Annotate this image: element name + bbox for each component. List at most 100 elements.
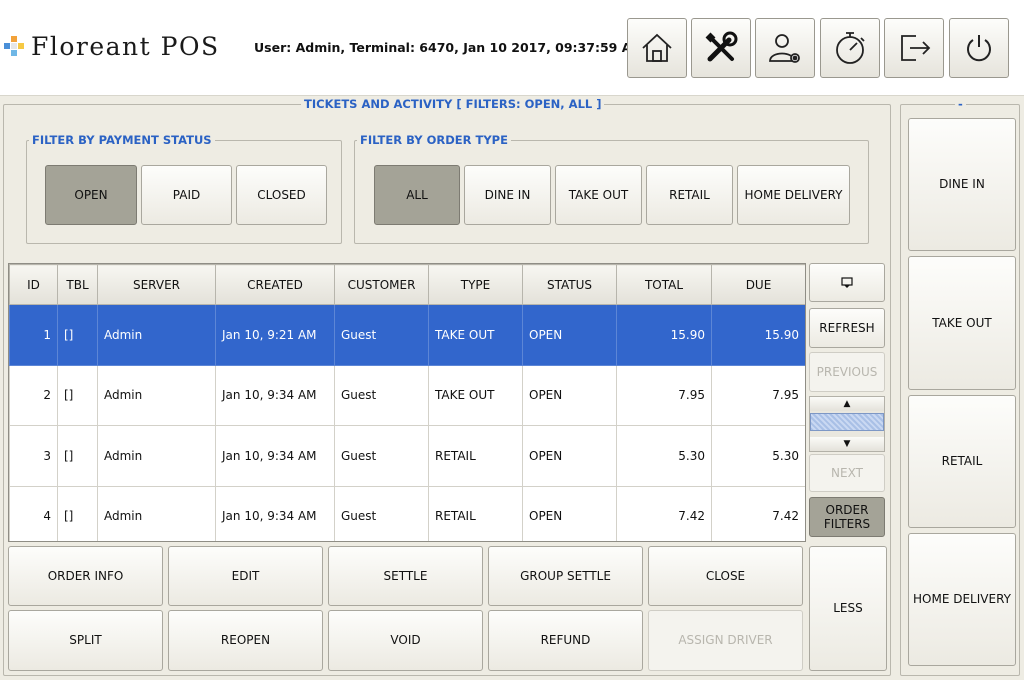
home-delivery-button[interactable]: HOME DELIVERY [908,533,1016,666]
order-type-panel-legend: - [955,97,966,111]
cell-server: Admin [97,364,216,426]
user-settings-button[interactable] [755,18,815,78]
user-settings-icon [769,34,800,63]
cell-due: 7.42 [711,485,805,541]
reopen-button[interactable]: REOPEN [168,610,323,671]
cell-tbl: [] [57,425,98,487]
cell-total: 7.95 [616,364,712,426]
column-header-due[interactable]: DUE [711,264,805,305]
scroll-up-icon[interactable]: ▲ [810,397,884,411]
user-terminal-info: User: Admin, Terminal: 6470, Jan 10 2017… [254,40,644,55]
filter-take-out-button[interactable]: TAKE OUT [555,165,642,225]
refresh-button[interactable]: REFRESH [809,308,885,348]
take-out-button[interactable]: TAKE OUT [908,256,1016,390]
payment-filter-legend: FILTER BY PAYMENT STATUS [29,133,215,147]
cell-created: Jan 10, 9:34 AM [215,425,335,487]
logo-icon [4,36,24,56]
cell-total: 5.30 [616,425,712,487]
filter-dine-in-button[interactable]: DINE IN [464,165,551,225]
void-button[interactable]: VOID [328,610,483,671]
logout-button[interactable] [884,18,944,78]
cell-tbl: [] [57,304,98,366]
next-button[interactable]: NEXT [809,454,885,492]
home-icon [642,33,672,62]
cell-status: OPEN [522,485,617,541]
tickets-table: ID TBL SERVER CREATED CUSTOMER TYPE STAT… [8,263,806,542]
cell-customer: Guest [334,304,429,366]
stopwatch-icon [836,32,865,64]
filter-retail-button[interactable]: RETAIL [646,165,733,225]
filter-home-delivery-button[interactable]: HOME DELIVERY [737,165,850,225]
cell-created: Jan 10, 9:21 AM [215,304,335,366]
order-info-button[interactable]: ORDER INFO [8,546,163,606]
previous-button[interactable]: PREVIOUS [809,352,885,392]
tickets-panel-title: TICKETS AND ACTIVITY [ FILTERS: OPEN, AL… [301,97,605,111]
filter-open-button[interactable]: OPEN [45,165,137,225]
assign-driver-button[interactable]: ASSIGN DRIVER [648,610,803,671]
logout-icon [901,35,931,61]
cell-created: Jan 10, 9:34 AM [215,364,335,426]
cell-type: RETAIL [428,425,523,487]
cell-status: OPEN [522,425,617,487]
column-header-id[interactable]: ID [9,264,58,305]
cell-status: OPEN [522,304,617,366]
less-button[interactable]: LESS [809,546,887,671]
cell-created: Jan 10, 9:34 AM [215,485,335,541]
stopwatch-button[interactable] [820,18,880,78]
table-row[interactable]: 1 [] Admin Jan 10, 9:21 AM Guest TAKE OU… [9,304,805,366]
cell-customer: Guest [334,364,429,426]
close-ticket-button[interactable]: CLOSE [648,546,803,606]
cell-total: 7.42 [616,485,712,541]
scroll-down-icon[interactable]: ▼ [810,437,884,451]
cell-type: TAKE OUT [428,364,523,426]
column-header-created[interactable]: CREATED [215,264,335,305]
cell-id: 1 [9,304,58,366]
settle-button[interactable]: SETTLE [328,546,483,606]
split-button[interactable]: SPLIT [8,610,163,671]
filter-closed-button[interactable]: CLOSED [236,165,327,225]
table-scrollbar[interactable]: ▲ ▼ [809,396,885,452]
column-header-total[interactable]: TOTAL [616,264,712,305]
cell-status: OPEN [522,364,617,426]
retail-button[interactable]: RETAIL [908,395,1016,528]
column-chooser-icon [841,276,853,288]
column-header-status[interactable]: STATUS [522,264,617,305]
tools-button[interactable] [691,18,751,78]
cell-id: 4 [9,485,58,541]
cell-id: 3 [9,425,58,487]
order-filter-legend: FILTER BY ORDER TYPE [357,133,511,147]
column-header-type[interactable]: TYPE [428,264,523,305]
edit-button[interactable]: EDIT [168,546,323,606]
filter-paid-button[interactable]: PAID [141,165,232,225]
column-header-customer[interactable]: CUSTOMER [334,264,429,305]
table-row[interactable]: 2 [] Admin Jan 10, 9:34 AM Guest TAKE OU… [9,364,805,426]
table-row[interactable]: 4 [] Admin Jan 10, 9:34 AM Guest RETAIL … [9,485,805,541]
refund-button[interactable]: REFUND [488,610,643,671]
cell-customer: Guest [334,425,429,487]
header-bar: Floreant POS User: Admin, Terminal: 6470… [0,0,1024,96]
power-icon [967,35,991,62]
column-chooser-button[interactable] [809,263,885,302]
column-header-server[interactable]: SERVER [97,264,216,305]
cell-tbl: [] [57,485,98,541]
scroll-thumb[interactable] [810,413,884,431]
column-header-tbl[interactable]: TBL [57,264,98,305]
tools-icon [705,31,738,62]
filter-all-button[interactable]: ALL [374,165,460,225]
cell-due: 7.95 [711,364,805,426]
cell-server: Admin [97,425,216,487]
home-button[interactable] [627,18,687,78]
cell-total: 15.90 [616,304,712,366]
order-filters-button[interactable]: ORDER FILTERS [809,497,885,537]
group-settle-button[interactable]: GROUP SETTLE [488,546,643,606]
app-title: Floreant POS [31,32,220,61]
cell-id: 2 [9,364,58,426]
cell-due: 5.30 [711,425,805,487]
power-button[interactable] [949,18,1009,78]
cell-due: 15.90 [711,304,805,366]
cell-server: Admin [97,304,216,366]
dine-in-button[interactable]: DINE IN [908,118,1016,251]
table-row[interactable]: 3 [] Admin Jan 10, 9:34 AM Guest RETAIL … [9,425,805,487]
cell-server: Admin [97,485,216,541]
cell-type: TAKE OUT [428,304,523,366]
